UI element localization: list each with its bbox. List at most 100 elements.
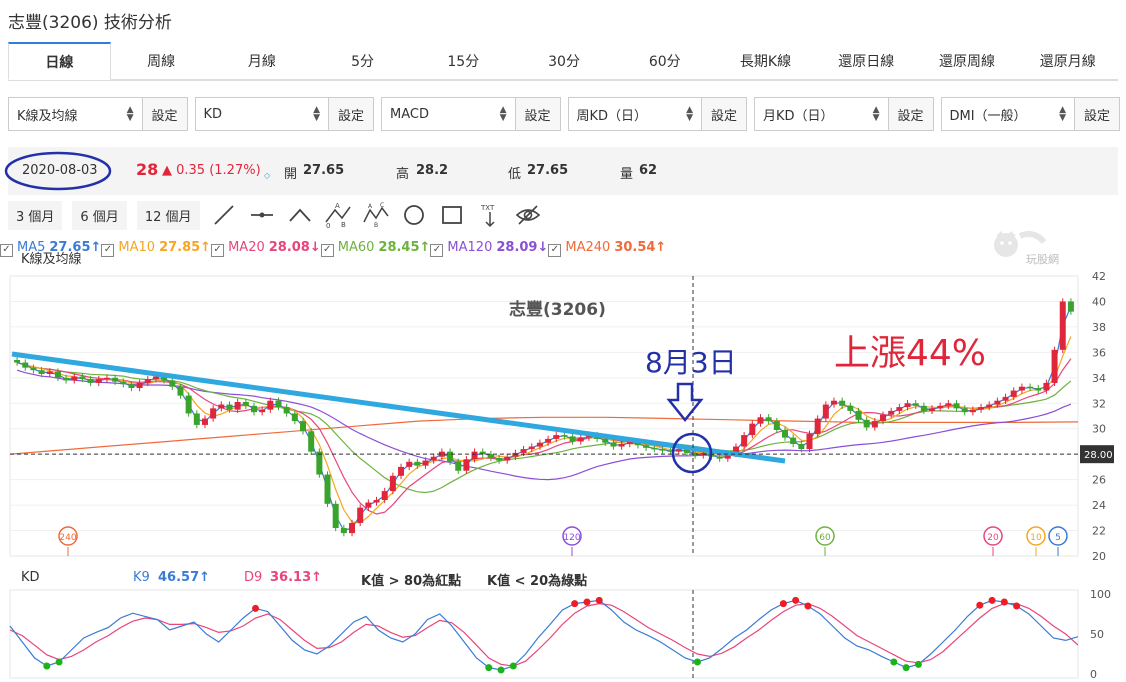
tab-6[interactable]: 60分 bbox=[614, 42, 716, 80]
ma-toggle-ma120[interactable]: ✓ MA120 28.09↓ bbox=[430, 240, 548, 257]
candle-body bbox=[806, 433, 813, 450]
settings-button-2[interactable]: 設定 bbox=[514, 98, 560, 130]
candle-body bbox=[1043, 382, 1050, 391]
tab-5[interactable]: 30分 bbox=[513, 42, 615, 80]
y-tick-label: 26 bbox=[1092, 474, 1106, 487]
kd-overbought-dot bbox=[571, 600, 579, 608]
candle-body bbox=[103, 377, 110, 380]
indicator-select-1[interactable]: KD ▲ ▼ bbox=[196, 98, 329, 130]
candle-body bbox=[422, 460, 429, 466]
abcd-pattern-tool-icon[interactable]: AC B bbox=[362, 202, 390, 228]
hide-drawings-icon[interactable] bbox=[514, 202, 542, 228]
ma-toggle-ma20[interactable]: ✓ MA20 28.08↓ bbox=[211, 240, 321, 257]
kd-overbought-dot bbox=[976, 601, 984, 609]
candle-body bbox=[201, 418, 208, 425]
range-3m-button[interactable]: 3 個月 bbox=[8, 200, 63, 230]
kd-oversold-dot bbox=[509, 662, 517, 670]
indicator-select-3[interactable]: 周KD（日） ▲ ▼ bbox=[569, 98, 702, 130]
kd-overbought-dot bbox=[1000, 598, 1008, 606]
settings-button-1[interactable]: 設定 bbox=[328, 98, 373, 130]
ma-toggle-ma60[interactable]: ✓ MA60 28.45↑ bbox=[320, 240, 431, 257]
candle-body bbox=[112, 377, 119, 382]
indicator-select-4[interactable]: 月KD（日） ▲ ▼ bbox=[755, 98, 888, 130]
candle-body bbox=[773, 421, 780, 430]
settings-button-4[interactable]: 設定 bbox=[887, 98, 933, 130]
candle-body bbox=[259, 409, 266, 413]
checkbox-icon[interactable]: ✓ bbox=[101, 244, 115, 257]
checkbox-icon[interactable]: ✓ bbox=[548, 244, 562, 257]
candle-body bbox=[300, 421, 307, 432]
checkbox-icon[interactable]: ✓ bbox=[320, 244, 334, 257]
candle-body bbox=[994, 400, 1001, 405]
horizontal-line-tool-icon[interactable] bbox=[248, 202, 276, 228]
volume-value: 62 bbox=[639, 163, 658, 178]
y-tick-label: 36 bbox=[1092, 346, 1106, 359]
kd-y-tick-label: 0 bbox=[1090, 668, 1097, 681]
text-tool-icon[interactable]: TXT bbox=[476, 202, 504, 228]
tab-3[interactable]: 5分 bbox=[312, 42, 413, 80]
candle-body bbox=[847, 405, 854, 411]
tab-0[interactable]: 日線 bbox=[8, 42, 111, 80]
tab-10[interactable]: 還原月線 bbox=[1017, 42, 1119, 80]
kd-oversold-dot bbox=[902, 664, 910, 672]
d-line bbox=[9, 602, 1079, 667]
candle-body bbox=[790, 437, 797, 444]
k-label: K9 bbox=[133, 570, 150, 585]
price-chart[interactable]: 20222426283032343638404228.00志豐(3206)8月3… bbox=[0, 268, 1126, 568]
abc-pattern-tool-icon[interactable]: A B 0 bbox=[324, 202, 352, 228]
tab-7[interactable]: 長期K線 bbox=[715, 42, 816, 80]
tab-2[interactable]: 月線 bbox=[211, 42, 313, 80]
selector-group-4: 月KD（日） ▲ ▼ 設定 bbox=[754, 97, 934, 131]
range-6m-button[interactable]: 6 個月 bbox=[72, 200, 127, 230]
watermark-logo: 玩股網 bbox=[994, 231, 1059, 266]
checkbox-icon[interactable]: ✓ bbox=[430, 244, 444, 257]
candle-body bbox=[30, 367, 37, 371]
ma-name: MA60 bbox=[337, 240, 375, 255]
range-12m-button[interactable]: 12 個月 bbox=[136, 200, 200, 230]
ma-marker-label: 20 bbox=[987, 533, 999, 543]
tab-4[interactable]: 15分 bbox=[412, 42, 514, 80]
low-label: 低 bbox=[508, 167, 522, 182]
candle-body bbox=[618, 444, 625, 447]
checkbox-icon[interactable]: ✓ bbox=[211, 244, 225, 257]
candle-body bbox=[757, 417, 764, 424]
candle-body bbox=[136, 382, 143, 388]
sort-arrows-icon: ▲ ▼ bbox=[1059, 105, 1066, 123]
circle-tool-icon[interactable] bbox=[400, 202, 428, 228]
ma-marker-label: 240 bbox=[59, 533, 76, 543]
tab-8[interactable]: 還原日線 bbox=[815, 42, 917, 80]
y-tick-label: 42 bbox=[1092, 270, 1106, 283]
indicator-select-value: DMI（一般） bbox=[949, 108, 1027, 124]
rectangle-tool-icon[interactable] bbox=[438, 202, 466, 228]
kd-overbought-dot bbox=[804, 602, 812, 610]
candle-body bbox=[169, 380, 176, 387]
sort-arrows-icon: ▲ ▼ bbox=[126, 105, 134, 123]
ma-toggle-ma10[interactable]: ✓ MA10 27.85↑ bbox=[101, 240, 211, 257]
candle-body bbox=[54, 371, 61, 378]
high-label: 高 bbox=[396, 167, 410, 182]
kd-chart[interactable]: 0 50 100 bbox=[0, 588, 1126, 682]
indicator-select-value: K線及均線 bbox=[17, 108, 78, 124]
candle-body bbox=[185, 395, 192, 414]
indicator-select-5[interactable]: DMI（一般） ▲ ▼ bbox=[942, 98, 1075, 130]
checkbox-icon[interactable]: ✓ bbox=[0, 244, 13, 257]
ma-toggle-ma240[interactable]: ✓ MA240 30.54↑ bbox=[548, 240, 666, 257]
candle-body bbox=[659, 449, 666, 451]
settings-button-3[interactable]: 設定 bbox=[701, 98, 746, 130]
candle-body bbox=[283, 407, 290, 414]
candle-body bbox=[471, 451, 478, 460]
candle-body bbox=[120, 381, 127, 385]
indicator-select-0[interactable]: K線及均線 ▲ ▼ bbox=[9, 98, 142, 130]
d-value: 36.13↑ bbox=[270, 570, 323, 585]
indicator-select-2[interactable]: MACD ▲ ▼ bbox=[382, 98, 515, 130]
candle-body bbox=[1059, 301, 1066, 350]
tab-9[interactable]: 還原周線 bbox=[916, 42, 1018, 80]
line-tool-icon[interactable] bbox=[210, 202, 238, 228]
settings-button-5[interactable]: 設定 bbox=[1074, 98, 1119, 130]
sort-arrows-icon: ▲ ▼ bbox=[686, 105, 693, 123]
ma-value: 28.45↑ bbox=[378, 240, 431, 255]
kd-overbought-dot bbox=[988, 596, 996, 604]
angle-tool-icon[interactable] bbox=[286, 202, 314, 228]
tab-1[interactable]: 周線 bbox=[110, 42, 212, 80]
settings-button-0[interactable]: 設定 bbox=[141, 98, 187, 130]
